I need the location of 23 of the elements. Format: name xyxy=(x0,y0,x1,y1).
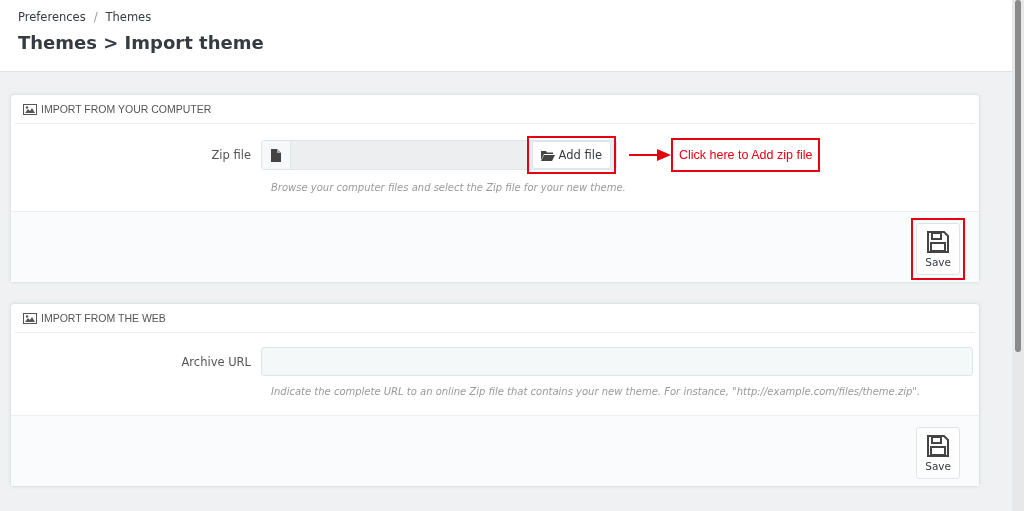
panel-heading: IMPORT FROM YOUR COMPUTER xyxy=(41,103,212,115)
folder-icon xyxy=(540,149,555,161)
help-text: Indicate the complete URL to an online Zip file that contains your new theme. For instance, "http://example.com/files/theme.zip". xyxy=(271,386,922,397)
page-title: Themes > Import theme xyxy=(18,32,265,53)
save-button[interactable]: Save xyxy=(916,427,960,479)
help-text: Browse your computer files and select the Zip file for your new theme. xyxy=(271,182,627,193)
breadcrumb-link[interactable]: Preferences xyxy=(18,10,86,24)
panel-heading: IMPORT FROM THE WEB xyxy=(41,312,166,324)
save-icon xyxy=(926,230,951,254)
image-icon xyxy=(23,103,37,115)
save-icon xyxy=(926,434,951,458)
url-field[interactable] xyxy=(261,347,973,376)
arrow xyxy=(629,149,671,161)
field-label: Zip file xyxy=(210,148,252,162)
field-label: Archive URL xyxy=(180,354,252,369)
breadcrumb-link[interactable]: Themes xyxy=(105,10,152,24)
breadcrumb-separator: / xyxy=(93,10,98,24)
scrollbar[interactable] xyxy=(1012,0,1024,511)
save-button[interactable]: Save xyxy=(916,223,960,275)
add-file-button[interactable]: Add file xyxy=(531,141,611,169)
image-icon xyxy=(23,312,37,324)
file-icon xyxy=(271,148,281,162)
callout-text: Click here to Add zip file xyxy=(671,138,821,172)
